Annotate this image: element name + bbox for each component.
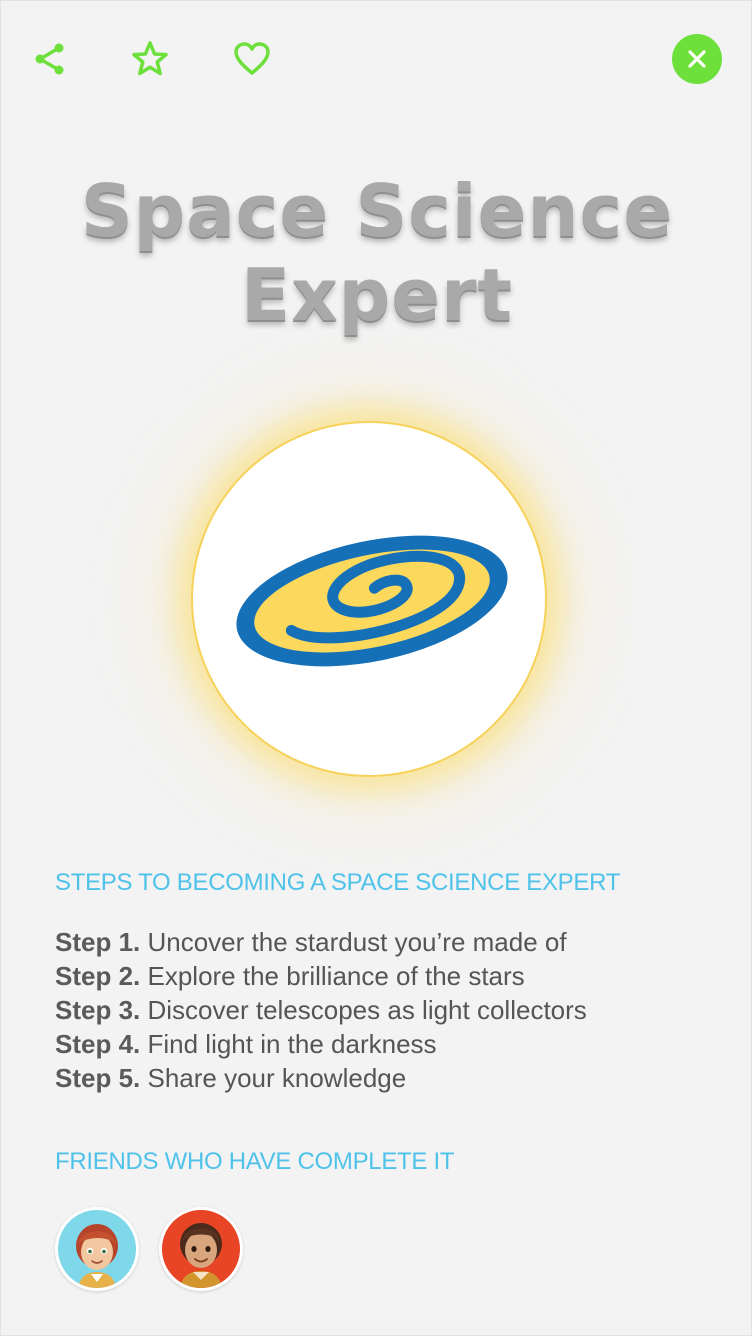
friends-heading: FRIENDS WHO HAVE COMPLETE IT	[55, 1148, 455, 1175]
close-icon	[688, 50, 706, 68]
step-label: Step 4.	[55, 1029, 141, 1059]
step-item: Step 4. Find light in the darkness	[55, 1027, 715, 1061]
step-text: Find light in the darkness	[147, 1029, 437, 1059]
close-button[interactable]	[672, 34, 722, 84]
badge-title-line-1: Space Science	[80, 169, 674, 253]
step-item: Step 2. Explore the brilliance of the st…	[55, 959, 715, 993]
dark-hair-kid-avatar-icon	[180, 1223, 222, 1288]
favorite-button[interactable]	[128, 37, 172, 81]
steps-list: Step 1. Uncover the stardust you’re made…	[55, 925, 715, 1095]
badge-title-line-2: Expert	[241, 253, 513, 337]
steps-heading: STEPS TO BECOMING A SPACE SCIENCE EXPERT	[55, 869, 621, 896]
step-text: Explore the brilliance of the stars	[147, 961, 525, 991]
like-button[interactable]	[230, 37, 274, 81]
step-item: Step 1. Uncover the stardust you’re made…	[55, 925, 715, 959]
badge-title: Space Science Expert	[41, 169, 713, 337]
heart-icon	[234, 42, 270, 75]
badge-detail-screen: Space Science Expert STEPS TO BECOMING A…	[0, 0, 752, 1336]
share-button[interactable]	[28, 37, 72, 81]
share-icon	[35, 43, 64, 75]
step-text: Uncover the stardust you’re made of	[147, 927, 567, 957]
star-icon	[132, 41, 168, 76]
step-label: Step 5.	[55, 1063, 141, 1093]
step-text: Discover telescopes as light collectors	[147, 995, 587, 1025]
friend-avatar[interactable]	[159, 1207, 243, 1291]
redhead-girl-avatar-icon	[76, 1224, 118, 1288]
step-label: Step 1.	[55, 927, 141, 957]
step-text: Share your knowledge	[147, 1063, 407, 1093]
galaxy-swirl-badge-icon	[236, 535, 508, 667]
top-toolbar	[1, 1, 752, 121]
step-label: Step 3.	[55, 995, 141, 1025]
friend-avatar[interactable]	[55, 1207, 139, 1291]
step-item: Step 3. Discover telescopes as light col…	[55, 993, 715, 1027]
step-item: Step 5. Share your knowledge	[55, 1061, 715, 1095]
step-label: Step 2.	[55, 961, 141, 991]
